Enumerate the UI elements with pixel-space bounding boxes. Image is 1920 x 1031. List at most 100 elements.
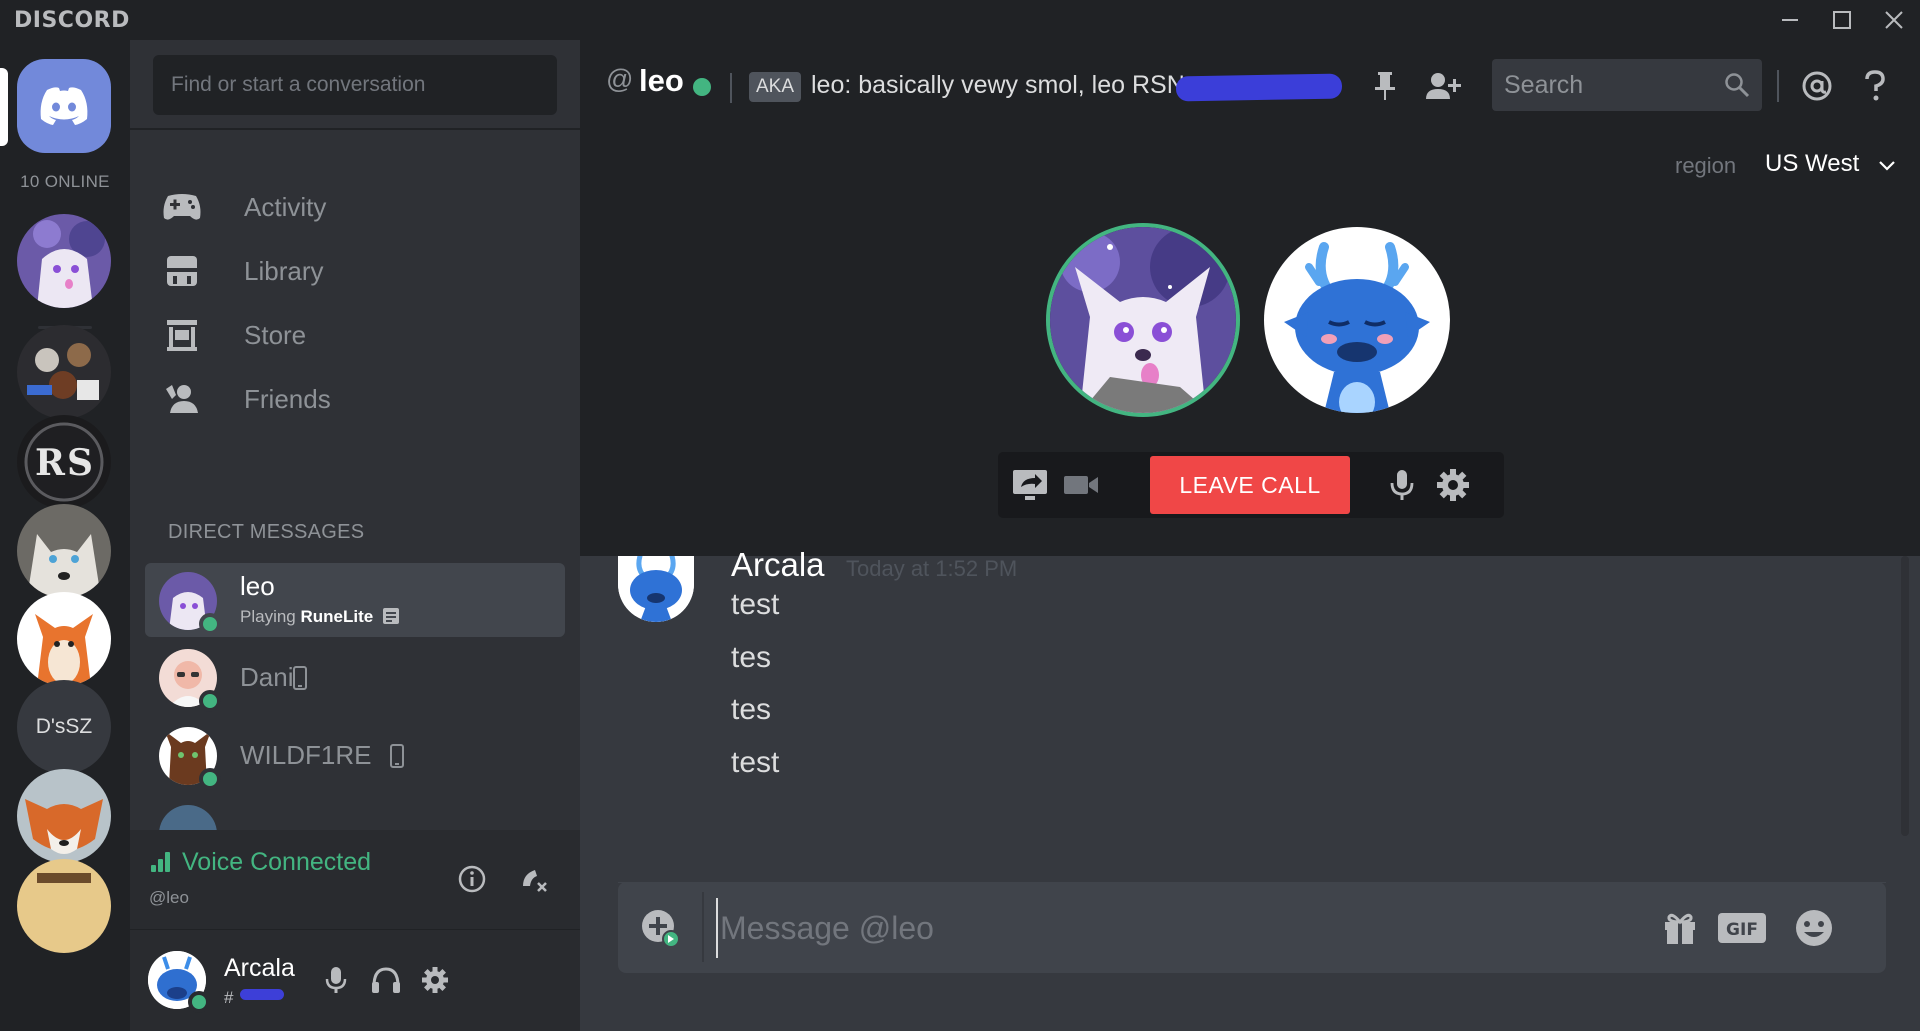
message-input[interactable] bbox=[716, 898, 1616, 958]
gift-icon bbox=[1665, 913, 1695, 944]
video-button[interactable] bbox=[1058, 462, 1104, 508]
search-input[interactable] bbox=[1492, 59, 1712, 111]
nav-label: Library bbox=[244, 255, 324, 286]
online-count: 10 ONLINE bbox=[20, 172, 110, 191]
composer-divider bbox=[702, 892, 704, 962]
server-icon-fox-photo[interactable] bbox=[17, 769, 111, 863]
dm-item-leo[interactable]: leo Playing RuneLite bbox=[145, 563, 565, 637]
at-symbol: @ bbox=[606, 64, 634, 94]
call-participant-leo[interactable] bbox=[1050, 227, 1236, 413]
direct-messages-header: DIRECT MESSAGES bbox=[168, 521, 365, 543]
server-icon-partial[interactable] bbox=[17, 859, 111, 953]
add-user-icon bbox=[1426, 73, 1461, 99]
help-button[interactable] bbox=[1853, 64, 1897, 108]
region-label: region bbox=[1675, 153, 1737, 178]
gift-button[interactable] bbox=[1656, 904, 1704, 952]
screen-share-button[interactable] bbox=[1007, 462, 1053, 508]
header-divider bbox=[730, 73, 732, 103]
redaction-scribble bbox=[1175, 73, 1343, 102]
mute-button[interactable] bbox=[314, 958, 358, 1002]
search-bar[interactable] bbox=[1492, 59, 1762, 111]
store-icon bbox=[160, 313, 204, 357]
nav-label: Friends bbox=[244, 383, 331, 414]
call-mute-button[interactable] bbox=[1379, 462, 1425, 508]
rich-presence-icon bbox=[382, 608, 399, 624]
message-author[interactable]: Arcala bbox=[731, 546, 825, 584]
message-timestamp: Today at 1:52 PM bbox=[846, 556, 1018, 581]
gif-label: GIF bbox=[1726, 920, 1758, 940]
main-area: @ leo AKA leo: basically vewy smol, leo … bbox=[580, 40, 1920, 1031]
svg-text:R: R bbox=[35, 442, 66, 484]
hangup-icon bbox=[523, 870, 547, 892]
call-settings-button[interactable] bbox=[1430, 462, 1476, 508]
dm-item-wildf1re[interactable]: WILDF1RE bbox=[145, 718, 565, 792]
find-conversation-bar bbox=[130, 40, 580, 130]
dm-name: Dani bbox=[240, 662, 294, 692]
find-conversation-input[interactable] bbox=[153, 55, 557, 115]
connection-info-button[interactable] bbox=[451, 858, 493, 900]
video-camera-icon bbox=[1064, 476, 1098, 494]
disconnect-button[interactable] bbox=[513, 858, 555, 900]
message-text: tes bbox=[731, 693, 772, 726]
mobile-icon bbox=[293, 666, 307, 690]
server-icon-rs[interactable]: R S bbox=[17, 415, 111, 509]
message-text: tes bbox=[731, 641, 772, 674]
avatar bbox=[159, 805, 217, 830]
server-icon-dssz[interactable]: D'sSZ bbox=[17, 680, 111, 774]
emoji-button[interactable] bbox=[1790, 904, 1838, 952]
close-button[interactable] bbox=[1868, 0, 1920, 40]
channel-header: @ leo AKA leo: basically vewy smol, leo … bbox=[580, 40, 1920, 130]
leave-call-button[interactable]: LEAVE CALL bbox=[1150, 456, 1350, 514]
call-controls: LEAVE CALL bbox=[998, 452, 1504, 518]
mentions-button[interactable] bbox=[1795, 64, 1839, 108]
voice-status-title[interactable]: Voice Connected bbox=[182, 848, 371, 877]
gif-icon: GIF bbox=[1718, 913, 1766, 943]
deafen-button[interactable] bbox=[364, 958, 408, 1002]
svg-text:S: S bbox=[67, 442, 93, 484]
server-icon-wolf-purple[interactable] bbox=[17, 214, 111, 308]
home-button[interactable] bbox=[17, 59, 111, 153]
channel-topic[interactable]: leo: basically vewy smol, leo RSN: bbox=[811, 71, 1192, 100]
user-panel: Arcala # bbox=[130, 930, 580, 1031]
maximize-button[interactable] bbox=[1816, 0, 1868, 40]
gamepad-icon bbox=[160, 185, 204, 229]
avatar[interactable] bbox=[618, 556, 694, 622]
chevron-down-icon[interactable] bbox=[1875, 154, 1899, 178]
microphone-icon bbox=[1390, 470, 1414, 500]
dm-column: Activity Library Store bbox=[130, 40, 580, 1031]
nav-library[interactable]: Library bbox=[154, 238, 556, 304]
message-scrollbar[interactable] bbox=[1901, 556, 1909, 836]
gear-icon bbox=[1437, 469, 1469, 501]
signal-icon bbox=[151, 852, 171, 872]
pin-icon bbox=[1375, 72, 1395, 100]
nav-store[interactable]: Store bbox=[154, 302, 556, 368]
nav-activity[interactable]: Activity bbox=[154, 174, 556, 240]
nav-label: Activity bbox=[244, 191, 327, 222]
library-icon bbox=[160, 249, 204, 293]
gif-button[interactable]: GIF bbox=[1712, 904, 1772, 952]
call-area: @ leo AKA leo: basically vewy smol, leo … bbox=[580, 40, 1920, 556]
minimize-button[interactable] bbox=[1764, 0, 1816, 40]
nav-friends[interactable]: Friends bbox=[154, 366, 556, 432]
message-text: test bbox=[731, 746, 780, 779]
dm-item-dani[interactable]: Dani bbox=[145, 640, 565, 714]
nav-label: Store bbox=[244, 319, 307, 350]
user-settings-button[interactable] bbox=[413, 958, 457, 1002]
add-friend-to-dm-button[interactable] bbox=[1421, 64, 1465, 108]
at-mention-icon bbox=[1802, 71, 1832, 101]
server-icon-husky[interactable] bbox=[17, 504, 111, 598]
activity-game: RuneLite bbox=[300, 607, 374, 626]
online-status-dot bbox=[199, 690, 221, 712]
server-icon-fox-cartoon[interactable] bbox=[17, 592, 111, 686]
dm-item-partial[interactable] bbox=[145, 796, 565, 830]
maximize-icon bbox=[1833, 11, 1851, 29]
upload-button[interactable] bbox=[638, 906, 682, 950]
discord-wordmark: DISCORD bbox=[14, 8, 130, 33]
user-discriminator: # bbox=[224, 988, 234, 1007]
aka-badge: AKA bbox=[749, 72, 802, 102]
pinned-messages-button[interactable] bbox=[1363, 64, 1407, 108]
call-participant-arcala[interactable] bbox=[1264, 227, 1450, 413]
server-icon-group[interactable] bbox=[17, 325, 111, 419]
dm-name: WILDF1RE bbox=[240, 740, 372, 770]
region-select[interactable]: US West bbox=[1765, 150, 1859, 178]
